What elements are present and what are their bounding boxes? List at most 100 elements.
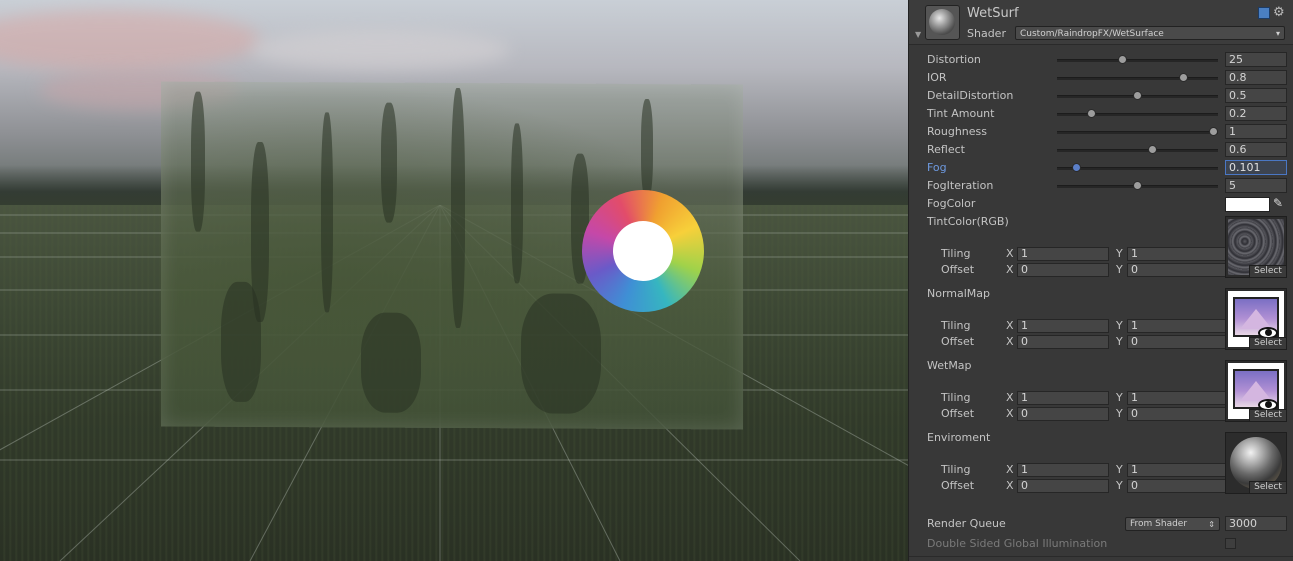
property-value-field[interactable]: 0.2 (1225, 106, 1287, 121)
property-row: Tint Amount 0.2 (909, 106, 1293, 122)
slider-track[interactable] (1057, 77, 1218, 80)
y-label: Y (1116, 463, 1123, 476)
shader-dropdown[interactable]: Custom/RaindropFX/WetSurface ▾ (1015, 26, 1285, 40)
raindrop-streak (381, 102, 397, 223)
offset-y-field[interactable]: 0 (1127, 263, 1227, 277)
property-value-field[interactable]: 25 (1225, 52, 1287, 67)
y-label: Y (1116, 391, 1123, 404)
slider-track[interactable] (1057, 131, 1218, 134)
gear-icon[interactable]: ⚙ (1273, 6, 1285, 19)
slider-thumb[interactable] (1148, 145, 1158, 154)
tiling-y-field[interactable]: 1 (1127, 319, 1227, 333)
y-label: Y (1116, 335, 1123, 348)
slider-thumb[interactable] (1072, 163, 1082, 172)
aperture-logo-icon (582, 190, 704, 312)
y-label: Y (1116, 319, 1123, 332)
eyedropper-icon[interactable]: ✎ (1273, 196, 1283, 210)
tiling-y-field[interactable]: 1 (1127, 247, 1227, 261)
tiling-y-field[interactable]: 1 (1127, 463, 1227, 477)
foldout-arrow-icon[interactable]: ▼ (915, 30, 921, 39)
render-queue-dropdown[interactable]: From Shader ⇕ (1125, 517, 1220, 531)
property-label: Reflect (927, 143, 965, 156)
slider-thumb[interactable] (1087, 109, 1097, 118)
x-label: X (1006, 391, 1014, 404)
texture-slot[interactable]: Select (1225, 432, 1287, 494)
raindrop-streak (521, 293, 601, 414)
y-label: Y (1116, 247, 1123, 260)
y-label: Y (1116, 407, 1123, 420)
tiling-y-field[interactable]: 1 (1127, 391, 1227, 405)
x-label: X (1006, 335, 1014, 348)
slider-track[interactable] (1057, 167, 1218, 170)
book-icon[interactable] (1258, 7, 1270, 19)
texture-slot[interactable]: Select (1225, 216, 1287, 278)
offset-y-field[interactable]: 0 (1127, 407, 1227, 421)
offset-x-field[interactable]: 0 (1017, 335, 1109, 349)
tiling-x-field[interactable]: 1 (1017, 463, 1109, 477)
inspector-panel: WetSurf ▼ Shader Custom/RaindropFX/WetSu… (908, 0, 1293, 561)
double-sided-gi-checkbox[interactable] (1225, 538, 1236, 549)
property-value-field[interactable]: 1 (1225, 124, 1287, 139)
scene-viewport[interactable] (0, 0, 908, 561)
property-label: IOR (927, 71, 947, 84)
property-value-field[interactable]: 0.101 (1225, 160, 1287, 175)
property-row: Distortion 25 (909, 52, 1293, 68)
slider-track[interactable] (1057, 59, 1218, 62)
property-row: Roughness 1 (909, 124, 1293, 140)
x-label: X (1006, 247, 1014, 260)
x-label: X (1006, 263, 1014, 276)
property-value-field[interactable]: 0.8 (1225, 70, 1287, 85)
property-row: IOR 0.8 (909, 70, 1293, 86)
double-sided-gi-row: Double Sided Global Illumination (909, 536, 1293, 552)
texture-select-button[interactable]: Select (1249, 481, 1286, 493)
property-value-field[interactable]: 5 (1225, 178, 1287, 193)
texture-select-button[interactable]: Select (1249, 409, 1286, 421)
texture-slot[interactable]: Select (1225, 360, 1287, 422)
offset-y-field[interactable]: 0 (1127, 479, 1227, 493)
render-queue-label: Render Queue (927, 517, 1006, 530)
offset-y-field[interactable]: 0 (1127, 335, 1227, 349)
texture-label: TintColor(RGB) (927, 215, 1009, 228)
render-queue-field[interactable]: 3000 (1225, 516, 1287, 531)
slider-track[interactable] (1057, 149, 1218, 152)
x-label: X (1006, 319, 1014, 332)
texture-slot[interactable]: Select (1225, 288, 1287, 350)
offset-x-field[interactable]: 0 (1017, 479, 1109, 493)
slider-thumb[interactable] (1133, 181, 1142, 190)
material-preview-thumbnail[interactable] (925, 5, 960, 40)
slider-thumb[interactable] (1178, 73, 1188, 82)
property-label: DetailDistortion (927, 89, 1014, 102)
texture-select-button[interactable]: Select (1249, 337, 1286, 349)
tiling-x-field[interactable]: 1 (1017, 319, 1109, 333)
fog-color-swatch[interactable] (1225, 197, 1270, 212)
tiling-x-field[interactable]: 1 (1017, 247, 1109, 261)
property-label: FogIteration (927, 179, 994, 192)
tiling-x-field[interactable]: 1 (1017, 391, 1109, 405)
double-sided-gi-label: Double Sided Global Illumination (927, 537, 1108, 550)
x-label: X (1006, 407, 1014, 420)
texture-label: WetMap (927, 359, 972, 372)
property-label: Tint Amount (927, 107, 995, 120)
sky-cloud (0, 10, 260, 70)
tiling-label: Tiling (941, 247, 971, 260)
texture-label: NormalMap (927, 287, 991, 300)
raindrop-streak (361, 312, 421, 413)
chevron-updown-icon: ⇕ (1208, 520, 1215, 529)
raindrop-streak (321, 112, 333, 313)
texture-label: Enviroment (927, 431, 991, 444)
x-label: X (1006, 479, 1014, 492)
texture-select-button[interactable]: Select (1249, 265, 1286, 277)
offset-x-field[interactable]: 0 (1017, 263, 1109, 277)
material-name: WetSurf (967, 6, 1019, 21)
tiling-label: Tiling (941, 391, 971, 404)
shader-label: Shader (967, 27, 1006, 40)
property-value-field[interactable]: 0.5 (1225, 88, 1287, 103)
property-value-field[interactable]: 0.6 (1225, 142, 1287, 157)
property-row: Reflect 0.6 (909, 142, 1293, 158)
slider-thumb[interactable] (1117, 55, 1127, 64)
tiling-label: Tiling (941, 319, 971, 332)
slider-track[interactable] (1057, 113, 1218, 116)
offset-x-field[interactable]: 0 (1017, 407, 1109, 421)
slider-thumb[interactable] (1209, 127, 1218, 136)
slider-thumb[interactable] (1133, 91, 1142, 100)
